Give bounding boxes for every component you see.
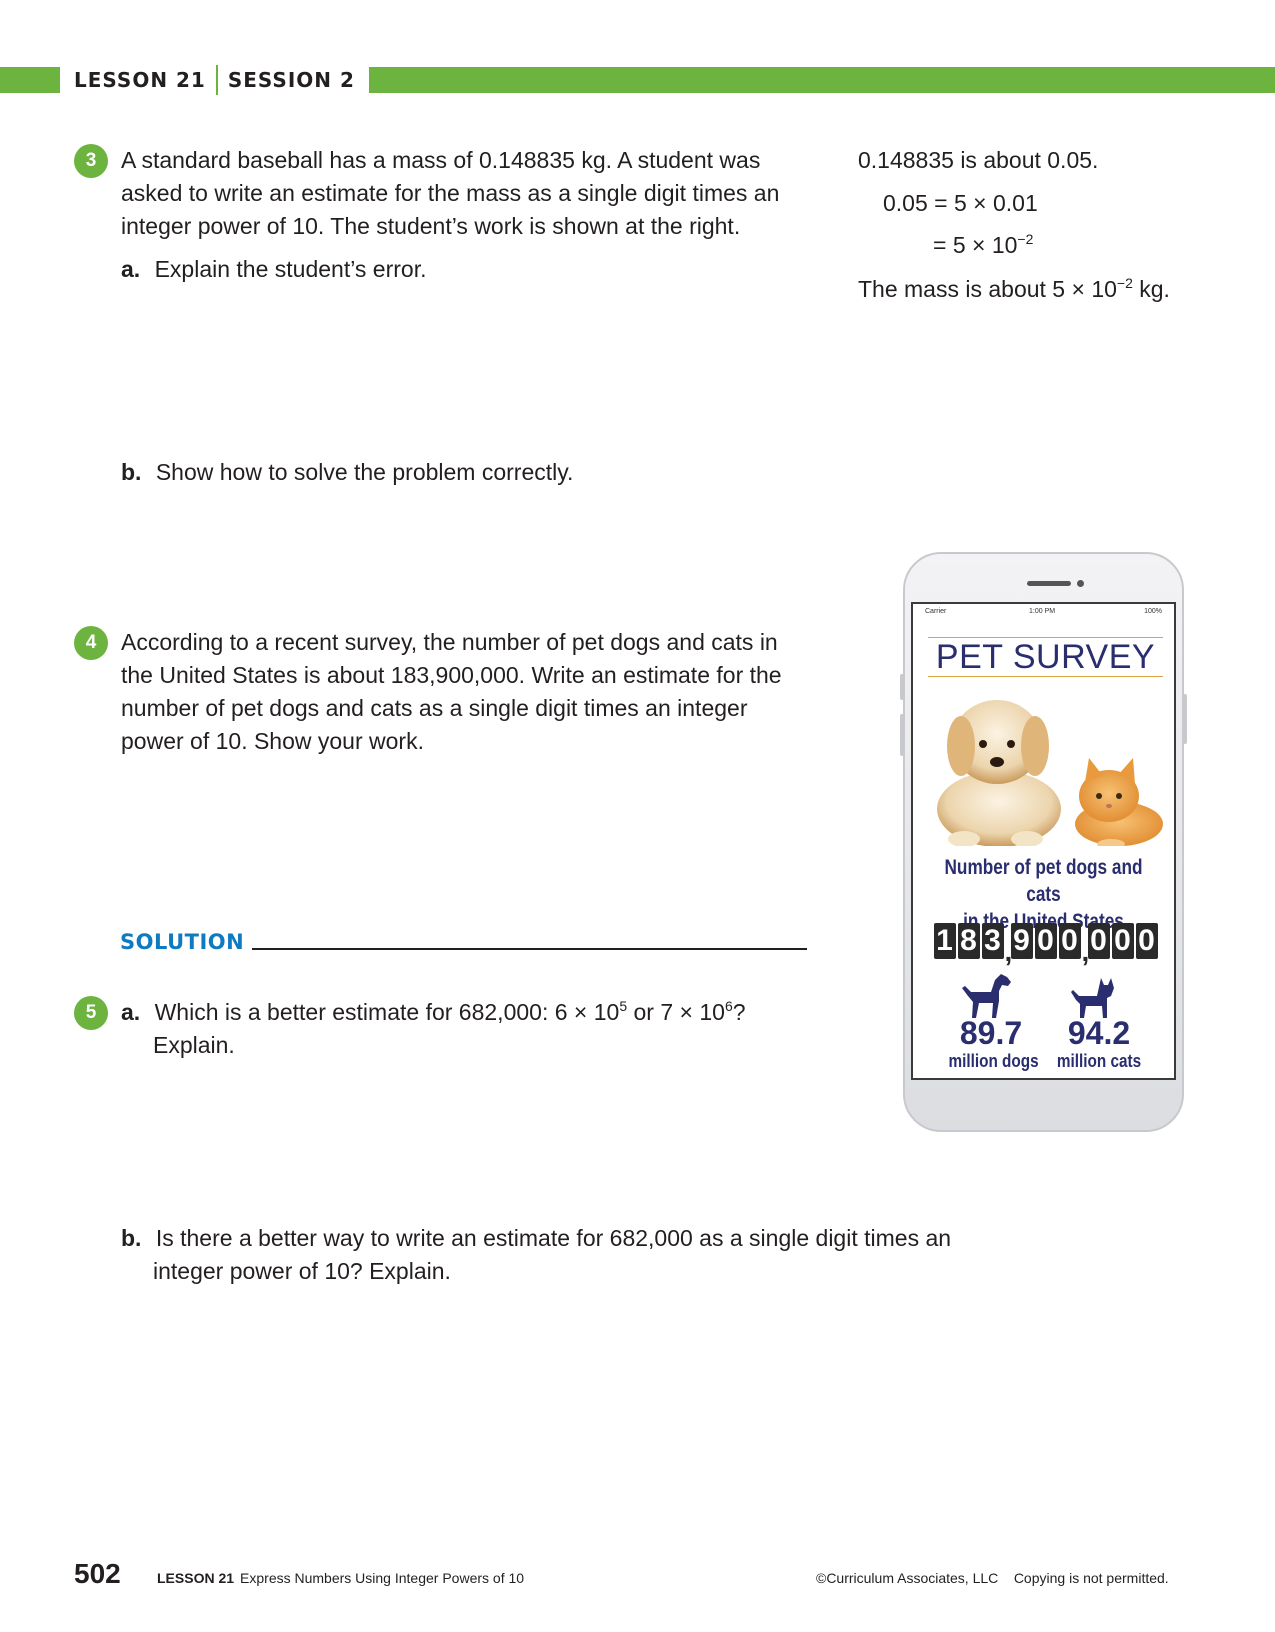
phone-camera bbox=[1077, 580, 1084, 587]
footer-lesson-label: LESSON 21 bbox=[157, 1570, 235, 1586]
q5-part-b: b. Is there a better way to write an est… bbox=[121, 1222, 951, 1288]
q4-prompt-line: power of 10. Show your work. bbox=[121, 728, 424, 754]
cats-value: 94.2 bbox=[1067, 1015, 1131, 1051]
phone-speaker bbox=[1027, 581, 1071, 586]
counter-digit: 0 bbox=[1135, 923, 1158, 959]
header-divider bbox=[215, 65, 218, 95]
counter-digit: 8 bbox=[957, 923, 980, 959]
dogs-value: 89.7 bbox=[959, 1015, 1023, 1051]
student-work-line-3: = 5 × 10−2 bbox=[933, 229, 1033, 262]
student-work-line-1: 0.148835 is about 0.05. bbox=[858, 147, 1099, 173]
dog-and-cat-photo bbox=[937, 700, 1163, 846]
page-number: 502 bbox=[74, 1558, 121, 1589]
counter-digit: 0 bbox=[1111, 923, 1134, 959]
counter-digit: 0 bbox=[1034, 923, 1057, 959]
dog-icon bbox=[962, 974, 1011, 1018]
q3-prompt: A standard baseball has a mass of 0.1488… bbox=[121, 144, 801, 243]
q3-part-a-text: Explain the student’s error. bbox=[154, 256, 427, 282]
caption-line-1: Number of pet dogs and cats bbox=[944, 856, 1143, 906]
status-time: 1:00 PM bbox=[1029, 608, 1056, 615]
student-work-conclusion: The mass is about 5 × 10−2 kg. bbox=[858, 273, 1170, 306]
lesson-label: LESSON 21 bbox=[74, 68, 206, 92]
solution-answer-line[interactable] bbox=[252, 948, 808, 950]
q3-part-a: a. Explain the student’s error. bbox=[121, 253, 426, 286]
phone-status-bar: Carrier 1:00 PM 100% bbox=[913, 608, 1174, 620]
q3-prompt-line: asked to write an estimate for the mass … bbox=[121, 180, 780, 206]
counter-digit: 9 bbox=[1010, 923, 1033, 959]
dogs-unit: million dogs bbox=[948, 1051, 1039, 1071]
phone-illustration: Carrier 1:00 PM 100% PET SURVEY Number o… bbox=[900, 552, 1187, 1132]
q3-part-b-text: Show how to solve the problem correctly. bbox=[155, 459, 574, 485]
student-work-line-2: 0.05 = 5 × 0.01 bbox=[883, 190, 1038, 216]
part-b-label: b. bbox=[121, 1225, 142, 1251]
work-line-3-exponent: −2 bbox=[1017, 231, 1034, 247]
part-a-label: a. bbox=[121, 999, 141, 1025]
lesson-header: LESSON 21 SESSION 2 bbox=[60, 64, 369, 96]
phone-screen: Carrier 1:00 PM 100% PET SURVEY Number o… bbox=[911, 602, 1176, 1080]
q5-a-exp-2: 6 bbox=[724, 998, 733, 1014]
footer-lesson-title: Express Numbers Using Integer Powers of … bbox=[240, 1570, 525, 1586]
question-number-5: 5 bbox=[74, 996, 108, 1030]
q4-prompt-line: According to a recent survey, the number… bbox=[121, 629, 778, 655]
q3-prompt-line: A standard baseball has a mass of 0.1488… bbox=[121, 147, 761, 173]
q5-a-exp-1: 5 bbox=[619, 998, 628, 1014]
q3-prompt-line: integer power of 10. The student’s work … bbox=[121, 213, 741, 239]
q5-a-text-post: ? bbox=[732, 999, 746, 1025]
phone-side-button bbox=[900, 714, 904, 756]
q4-prompt-line: the United States is about 183,900,000. … bbox=[121, 662, 782, 688]
solution-label: SOLUTION bbox=[120, 930, 245, 954]
q3-part-b: b. Show how to solve the problem correct… bbox=[121, 456, 573, 489]
q5-part-b-line-2: integer power of 10? Explain. bbox=[153, 1258, 451, 1284]
counter-digit: 3 bbox=[981, 923, 1004, 959]
phone-side-button bbox=[1183, 694, 1187, 744]
q5-part-a-text: Which is a better estimate for 682,000: … bbox=[155, 999, 746, 1025]
question-number-3: 3 bbox=[74, 144, 108, 178]
pet-survey-title: PET SURVEY bbox=[928, 637, 1163, 677]
part-b-label: b. bbox=[121, 459, 142, 485]
work-line-3-base: = 5 × 10 bbox=[933, 232, 1018, 258]
q5-part-a: a. Which is a better estimate for 682,00… bbox=[121, 996, 746, 1062]
work-line-4-exponent: −2 bbox=[1116, 275, 1133, 291]
session-label: SESSION 2 bbox=[227, 68, 355, 92]
q5-a-text-mid: or 7 × 10 bbox=[627, 999, 725, 1025]
question-number-4: 4 bbox=[74, 626, 108, 660]
cat-icon bbox=[1071, 978, 1114, 1018]
footer-copyright: ©Curriculum Associates, LLC Copying is n… bbox=[816, 1570, 1169, 1586]
phone-side-button bbox=[900, 674, 904, 700]
q4-prompt-line: number of pet dogs and cats as a single … bbox=[121, 695, 748, 721]
status-carrier: Carrier bbox=[925, 608, 947, 615]
counter-digit: 0 bbox=[1087, 923, 1110, 959]
work-line-4-pre: The mass is about 5 × 10 bbox=[858, 276, 1117, 302]
dogs-stat: 89.7 million dogs bbox=[941, 1016, 1041, 1072]
cats-stat: 94.2 million cats bbox=[1049, 1016, 1149, 1072]
work-line-4-post: kg. bbox=[1132, 276, 1170, 302]
counter-digit: 1 bbox=[933, 923, 956, 959]
solution-line[interactable]: SOLUTION bbox=[120, 930, 808, 954]
footer-lesson: LESSON 21 Express Numbers Using Integer P… bbox=[157, 1570, 524, 1586]
part-a-label: a. bbox=[121, 256, 141, 282]
population-counter: 1 8 3 , 9 0 0 , 0 0 0 bbox=[919, 921, 1172, 967]
counter-comma: , bbox=[1081, 936, 1090, 967]
status-battery: 100% bbox=[1144, 608, 1162, 615]
cats-unit: million cats bbox=[1056, 1051, 1142, 1071]
counter-comma: , bbox=[1004, 936, 1013, 967]
q5-part-a-line-2: Explain. bbox=[153, 1032, 235, 1058]
q5-a-text-pre: Which is a better estimate for 682,000: … bbox=[154, 999, 620, 1025]
q4-prompt: According to a recent survey, the number… bbox=[121, 626, 821, 758]
q5-part-b-line-1: Is there a better way to write an estima… bbox=[155, 1225, 952, 1251]
counter-digit: 0 bbox=[1058, 923, 1081, 959]
